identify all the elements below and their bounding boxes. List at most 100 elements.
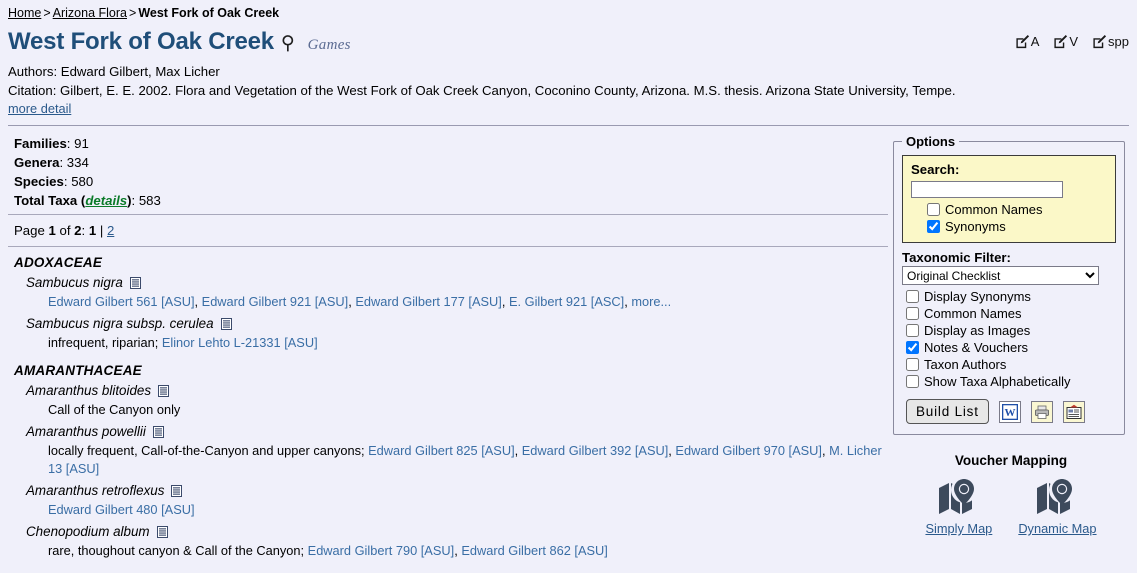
taxon-entry: Amaranthus powellii locally frequent, Ca… xyxy=(26,423,893,478)
edit-vouchers-icon[interactable]: V xyxy=(1053,34,1078,49)
taxon-name-link[interactable]: Amaranthus blitoides xyxy=(26,383,151,398)
checkbox-row-search-common-names[interactable]: Common Names xyxy=(927,201,1107,218)
identification-key-icon[interactable]: ⚲ xyxy=(281,30,295,57)
word-export-icon[interactable]: W xyxy=(998,400,1021,423)
taxon-notes-icon[interactable] xyxy=(152,426,164,441)
total-taxa-details-link[interactable]: details xyxy=(85,193,127,208)
page-title-text: West Fork of Oak Creek xyxy=(8,28,274,55)
stat-total-label: Total Taxa xyxy=(14,193,78,208)
notes-and-vouchers-checkbox[interactable] xyxy=(906,341,919,354)
taxon-authors-label: Taxon Authors xyxy=(924,357,1007,372)
search-input[interactable] xyxy=(911,181,1063,198)
taxon-notes-icon[interactable] xyxy=(220,318,232,333)
taxon-detail: infrequent, riparian; Elinor Lehto L-213… xyxy=(48,334,893,352)
taxon-authors-checkbox[interactable] xyxy=(906,358,919,371)
show-taxa-alphabetically-checkbox[interactable] xyxy=(906,375,919,388)
taxon-notes-icon[interactable] xyxy=(158,385,170,400)
voucher-link[interactable]: Elinor Lehto L-21331 [ASU] xyxy=(162,335,318,350)
checkbox-row-notes-and-vouchers[interactable]: Notes & Vouchers xyxy=(906,339,1116,356)
voucher-link[interactable]: Edward Gilbert 862 [ASU] xyxy=(461,543,608,558)
statistics-block: Families: 91 Genera: 334 Species: 580 To… xyxy=(8,126,893,214)
paging-link-1[interactable]: 1 xyxy=(89,223,96,238)
more-detail-link[interactable]: more detail xyxy=(8,101,71,116)
taxon-entry: Sambucus nigra Edward Gilbert 561 [ASU],… xyxy=(26,274,893,311)
search-common-names-checkbox[interactable] xyxy=(927,203,940,216)
voucher-link[interactable]: Edward Gilbert 790 [ASU] xyxy=(308,543,455,558)
spreadsheet-export-icon[interactable] xyxy=(1062,400,1085,423)
edit-admin-icon[interactable]: A xyxy=(1015,34,1039,49)
voucher-link[interactable]: E. Gilbert 921 [ASC] xyxy=(509,294,624,309)
display-as-images-label: Display as Images xyxy=(924,323,1031,338)
edit-species-icon[interactable]: spp xyxy=(1092,34,1129,49)
display-as-images-checkbox[interactable] xyxy=(906,324,919,337)
voucher-link[interactable]: Edward Gilbert 970 [ASU] xyxy=(675,443,822,458)
stat-total-value: 583 xyxy=(138,193,161,208)
more-detail-link-wrap: more detail xyxy=(8,100,1129,118)
display-synonyms-checkbox[interactable] xyxy=(906,290,919,303)
taxon-notes-icon[interactable] xyxy=(129,277,141,292)
breadcrumb-current: West Fork of Oak Creek xyxy=(138,6,280,20)
voucher-link[interactable]: Edward Gilbert 561 [ASU] xyxy=(48,294,195,309)
games-logo: Games xyxy=(307,37,351,53)
stat-species-label: Species xyxy=(14,174,64,189)
citation-line: Citation: Gilbert, E. E. 2002. Flora and… xyxy=(8,83,956,98)
search-synonyms-checkbox[interactable] xyxy=(927,220,940,233)
taxon-notes-icon[interactable] xyxy=(171,485,183,500)
taxon-detail: Edward Gilbert 480 [ASU] xyxy=(48,501,893,519)
display-common-names-checkbox[interactable] xyxy=(906,307,919,320)
edit-vouchers-label: V xyxy=(1069,34,1079,49)
header-edit-icons: A V spp xyxy=(1015,34,1129,49)
voucher-link[interactable]: Edward Gilbert 921 [ASU] xyxy=(202,294,349,309)
breadcrumb-arizona-flora[interactable]: Arizona Flora xyxy=(53,6,127,20)
voucher-link[interactable]: Edward Gilbert 825 [ASU] xyxy=(368,443,515,458)
dynamic-map-link[interactable]: Dynamic Map xyxy=(1018,476,1097,536)
paging-divider: | xyxy=(99,223,104,238)
taxon-name-link[interactable]: Sambucus nigra subsp. cerulea xyxy=(26,316,214,331)
print-icon[interactable] xyxy=(1030,400,1053,423)
paging-colon: : xyxy=(81,223,86,238)
paging-link-2[interactable]: 2 xyxy=(107,223,114,238)
authors-line: Authors: Edward Gilbert, Max Licher xyxy=(8,64,220,79)
stat-genera-value: 334 xyxy=(66,155,89,170)
family-heading: AMARANTHACEAE xyxy=(14,363,142,378)
voucher-link[interactable]: Edward Gilbert 392 [ASU] xyxy=(522,443,669,458)
taxon-note-text: rare, thoughout canyon & Call of the Can… xyxy=(48,543,308,558)
paging-current: 1 xyxy=(48,223,56,238)
page-header: A V spp West Fork of Oak Creek ⚲ Games A… xyxy=(0,28,1137,118)
voucher-link[interactable]: Edward Gilbert 480 [ASU] xyxy=(48,502,195,517)
breadcrumb: Home > Arizona Flora > West Fork of Oak Cree… xyxy=(0,0,1137,21)
options-legend: Options xyxy=(906,134,956,149)
taxon-name-link[interactable]: Amaranthus powellii xyxy=(26,424,146,439)
taxon-name-link[interactable]: Chenopodium album xyxy=(26,524,150,539)
simply-map-link[interactable]: Simply Map xyxy=(925,476,992,536)
voucher-more-link[interactable]: more... xyxy=(631,294,671,309)
taxonomic-filter-select[interactable]: Original Checklist xyxy=(902,266,1099,285)
checkbox-row-taxon-authors[interactable]: Taxon Authors xyxy=(906,356,1116,373)
checkbox-row-search-synonyms[interactable]: Synonyms xyxy=(927,218,1107,235)
checklist-column: Families: 91 Genera: 334 Species: 580 To… xyxy=(0,126,893,560)
stat-families: Families: 91 xyxy=(14,136,89,151)
taxon-notes-icon[interactable] xyxy=(156,526,168,541)
checkbox-row-display-synonyms[interactable]: Display Synonyms xyxy=(906,288,1116,305)
search-label: Search: xyxy=(911,162,960,177)
voucher-separator: , xyxy=(194,294,202,309)
taxa-list: ADOXACEAE Sambucus nigra Edward Gilbert 5… xyxy=(8,247,893,560)
page-title: West Fork of Oak Creek ⚲ Games xyxy=(8,28,1129,59)
voucher-mapping-section: Voucher Mapping Simply Map Dynamic Map xyxy=(893,453,1129,536)
main-content: Families: 91 Genera: 334 Species: 580 To… xyxy=(0,126,1137,560)
paging-total: 2 xyxy=(74,223,82,238)
taxon-name-link[interactable]: Amaranthus retroflexus xyxy=(26,483,164,498)
breadcrumb-sep-1: > xyxy=(43,6,51,20)
checkbox-row-display-as-images[interactable]: Display as Images xyxy=(906,322,1116,339)
build-list-button[interactable]: Build List xyxy=(906,399,989,424)
paging-prefix: Page xyxy=(14,223,45,238)
breadcrumb-home[interactable]: Home xyxy=(8,6,41,20)
voucher-separator: , xyxy=(501,294,509,309)
checkbox-row-display-common-names[interactable]: Common Names xyxy=(906,305,1116,322)
display-options-group: Display Synonyms Common Names Display as I… xyxy=(902,288,1116,390)
taxon-name-link[interactable]: Sambucus nigra xyxy=(26,275,123,290)
voucher-link[interactable]: Edward Gilbert 177 [ASU] xyxy=(355,294,502,309)
taxon-detail: Call of the Canyon only xyxy=(48,401,893,419)
voucher-separator: , xyxy=(821,443,830,458)
checkbox-row-show-taxa-alphabetically[interactable]: Show Taxa Alphabetically xyxy=(906,373,1116,390)
